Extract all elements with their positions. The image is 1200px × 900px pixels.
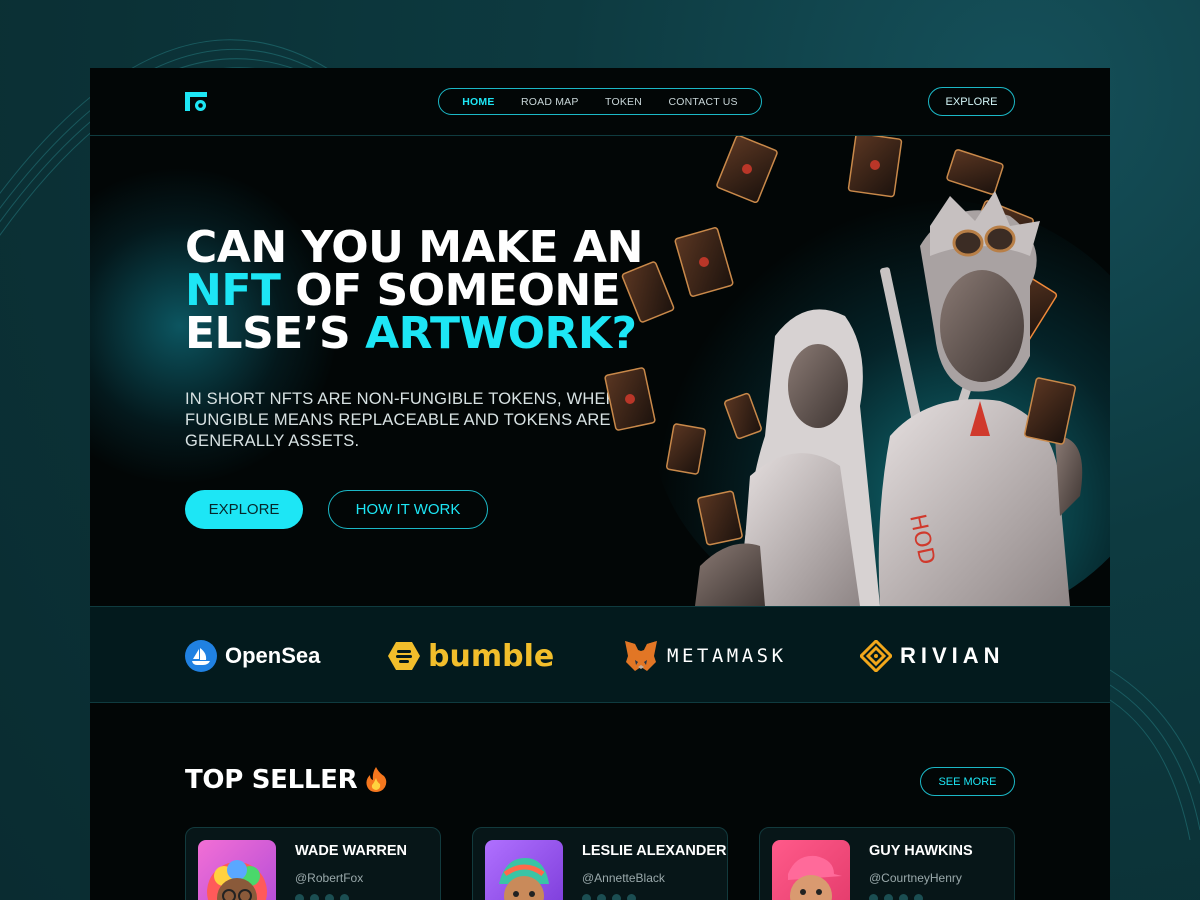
seller-name: GUY HAWKINS [869,843,973,859]
avatar-illustration [788,855,842,900]
partner-rivian-label: RIVIAN [900,643,1005,668]
seller-card[interactable]: GUY HAWKINS @CourtneyHenry [759,827,1015,900]
rivian-icon [860,640,892,672]
partner-opensea[interactable]: OpenSea [185,639,320,673]
social-icon[interactable] [914,894,923,900]
bumble-icon [388,642,420,670]
seller-name: WADE WARREN [295,843,407,859]
social-icon[interactable] [899,894,908,900]
avatar [772,840,850,900]
social-icon[interactable] [869,894,878,900]
partner-metamask[interactable]: METAMASK [623,639,787,673]
social-icons [295,894,349,900]
nav-road-map[interactable]: ROAD MAP [521,96,579,108]
partner-rivian[interactable]: RIVIAN [860,639,1005,673]
social-icon[interactable] [612,894,621,900]
avatar [485,840,563,900]
partner-metamask-label: METAMASK [667,645,787,667]
seller-handle: @AnnetteBlack [582,871,665,885]
social-icon[interactable] [627,894,636,900]
partner-bumble-label: bumble [428,638,555,674]
avatar-illustration [207,860,267,900]
nav-home[interactable]: HOME [462,96,494,108]
social-icon[interactable] [310,894,319,900]
hero-explore-button[interactable]: EXPLORE [185,490,303,529]
hero-section: CAN YOU MAKE AN NFT OF SOMEONE ELSE’S AR… [90,136,1110,606]
logo-icon[interactable] [185,90,209,114]
nav-token[interactable]: TOKEN [605,96,642,108]
website-frame: HOME ROAD MAP TOKEN CONTACT US EXPLORE C… [90,68,1110,900]
hero-subtitle: IN SHORT NFTS ARE NON-FUNGIBLE TOKENS, W… [185,390,629,450]
seller-card[interactable]: LESLIE ALEXANDER @AnnetteBlack [472,827,728,900]
avatar-illustration [499,858,549,900]
partner-opensea-label: OpenSea [225,643,321,668]
seller-handle: @RobertFox [295,871,364,885]
seller-handle: @CourtneyHenry [869,871,962,885]
nav-explore-button[interactable]: EXPLORE [928,87,1015,116]
seller-card[interactable]: WADE WARREN @RobertFox [185,827,441,900]
social-icon[interactable] [597,894,606,900]
metamask-fox-icon [625,641,657,671]
see-more-button[interactable]: SEE MORE [920,767,1015,796]
fire-icon [366,767,387,792]
how-it-work-button[interactable]: HOW IT WORK [328,490,488,529]
partner-bumble[interactable]: bumble [388,638,555,674]
social-icon[interactable] [340,894,349,900]
hero-title-line3: ELSE’S [185,308,366,359]
social-icon[interactable] [325,894,334,900]
avatar [198,840,276,900]
social-icon[interactable] [295,894,304,900]
top-seller-title: TOP SELLER [185,765,358,795]
social-icons [582,894,636,900]
social-icon[interactable] [884,894,893,900]
social-icon[interactable] [582,894,591,900]
hero-characters-illustration: HOD [604,136,1083,606]
seller-name: LESLIE ALEXANDER [582,843,727,859]
nav-contact-us[interactable]: CONTACT US [668,96,737,108]
social-icons [869,894,923,900]
partners-strip: OpenSea bumble METAMASK RIVIAN [90,606,1110,703]
opensea-icon [185,640,217,672]
nav-menu: HOME ROAD MAP TOKEN CONTACT US [438,88,762,115]
top-nav: HOME ROAD MAP TOKEN CONTACT US EXPLORE [90,68,1110,136]
